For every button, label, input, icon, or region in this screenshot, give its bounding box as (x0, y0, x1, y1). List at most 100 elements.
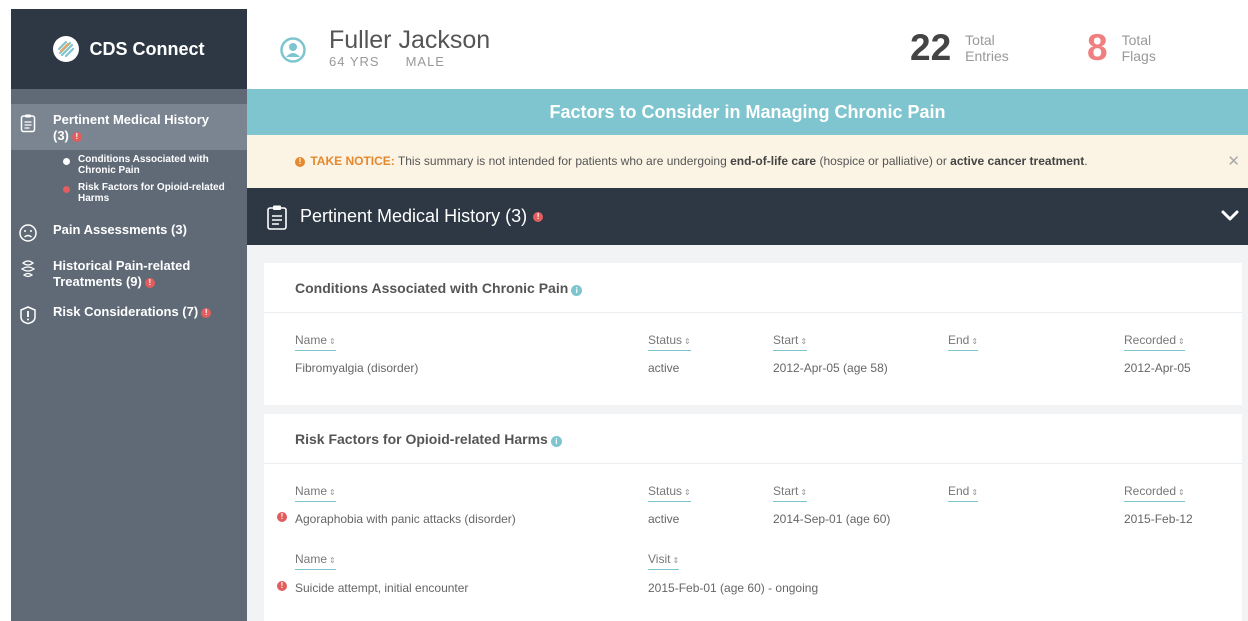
sort-icon: ⇕ (672, 556, 680, 565)
patient-demographics: 64 YRS MALE (329, 54, 471, 69)
sidebar-subitem-label: Conditions Associated with Chronic Pain (78, 154, 209, 176)
column-header-end[interactable]: End ⇕ (948, 484, 979, 502)
sort-icon: ⇕ (329, 337, 336, 346)
column-header-visit[interactable]: Visit ⇕ (648, 552, 680, 570)
cell-name: Fibromyalgia (disorder) (295, 361, 419, 375)
notice-text: . (1084, 154, 1088, 168)
total-flags-value: 8 (1087, 27, 1108, 68)
treatment-icon (17, 258, 39, 280)
column-header-status[interactable]: Status ⇕ (648, 484, 691, 502)
column-header-recorded[interactable]: Recorded ⇕ (1124, 333, 1185, 351)
sort-icon: ⇕ (684, 488, 691, 497)
close-icon[interactable]: ✕ (1227, 135, 1240, 188)
total-entries-stat: 22 Total Entries (910, 27, 1009, 69)
sidebar-nav: Pertinent Medical History (3)! Condition… (11, 89, 247, 332)
column-header-end[interactable]: End ⇕ (948, 333, 979, 351)
section-header-pertinent-medical-history[interactable]: Pertinent Medical History (3) ! (247, 188, 1248, 245)
sort-icon: ⇕ (329, 556, 336, 565)
sidebar-item-label: Historical Pain-related Treatments (9) (53, 258, 191, 289)
sort-icon: ⇕ (800, 488, 808, 497)
table-row: ! Suicide attempt, initial encounter 201… (264, 581, 1242, 601)
table-header: Name ⇕ Visit ⇕ (264, 552, 1242, 572)
cell-start: 2012-Apr-05 (age 58) (773, 361, 888, 375)
sidebar-item-historical-treatments[interactable]: Historical Pain-related Treatments (9)! (11, 250, 247, 296)
risk-factors-card: Risk Factors for Opioid-related Harms i N… (264, 414, 1242, 621)
cell-recorded: 2015-Feb-12 (1124, 512, 1193, 526)
total-flags-label: Total Flags (1121, 32, 1156, 64)
patient-header: Fuller Jackson 64 YRS MALE 22 Total Entrie… (247, 9, 1248, 89)
brand-name: CDS Connect (89, 38, 205, 59)
column-header-name[interactable]: Name ⇕ (295, 484, 336, 502)
sort-icon: ⇕ (971, 488, 979, 497)
info-icon[interactable]: i (571, 285, 583, 296)
flag-icon: ! (144, 278, 155, 288)
sort-icon: ⇕ (1178, 337, 1185, 346)
cell-recorded: 2012-Apr-05 (1124, 361, 1191, 375)
sort-icon: ⇕ (329, 488, 336, 497)
total-entries-value: 22 (910, 27, 952, 68)
sad-face-icon (17, 222, 39, 244)
table-header: Name ⇕ Status ⇕ Start ⇕ End ⇕ Recorded ⇕ (264, 484, 1242, 504)
cell-start: 2014-Sep-01 (age 60) (773, 512, 891, 526)
card-title: Risk Factors for Opioid-related Harms i (264, 414, 1242, 464)
notice-bold: active cancer treatment (950, 154, 1085, 168)
notice-bold: end-of-life care (730, 154, 817, 168)
flag-icon: ! (71, 132, 82, 142)
sidebar-item-label: Pain Assessments (3) (53, 222, 187, 237)
sidebar-item-pertinent-medical-history[interactable]: Pertinent Medical History (3)! (11, 104, 247, 150)
sidebar-item-label: Risk Considerations (7) (53, 304, 199, 319)
alert-circle-icon (17, 304, 39, 326)
clipboard-icon (17, 112, 39, 134)
table-header: Name ⇕ Status ⇕ Start ⇕ End ⇕ Recorded ⇕ (264, 333, 1242, 353)
cell-status: active (648, 512, 680, 526)
sidebar-subitem-conditions[interactable]: Conditions Associated with Chronic Pain (63, 154, 247, 176)
sidebar-item-risk-considerations[interactable]: Risk Considerations (7)! (11, 296, 247, 332)
section-content: Conditions Associated with Chronic Pain i… (247, 245, 1248, 621)
warning-icon: ! (295, 157, 305, 167)
column-header-name[interactable]: Name ⇕ (295, 333, 336, 351)
flag-icon: ! (277, 512, 287, 522)
flag-icon: ! (533, 211, 544, 222)
sort-icon: ⇕ (971, 337, 979, 346)
table-row: ! Agoraphobia with panic attacks (disord… (264, 512, 1242, 532)
patient-gender: MALE (405, 54, 445, 69)
patient-age: 64 YRS (329, 54, 380, 69)
total-entries-label: Total Entries (965, 32, 1009, 64)
sort-icon: ⇕ (684, 337, 691, 346)
chevron-down-icon[interactable] (1220, 206, 1240, 226)
section-title: Pertinent Medical History (3) (300, 206, 528, 226)
bullet-icon (63, 158, 70, 165)
sidebar-subnav: Conditions Associated with Chronic Pain … (11, 150, 247, 214)
sidebar-item-count: (3) (53, 128, 69, 143)
column-header-name[interactable]: Name ⇕ (295, 552, 336, 570)
flag-icon: ! (277, 581, 287, 591)
sidebar: CDS Connect Pertinent Medical History (3… (11, 9, 247, 621)
table-row: Fibromyalgia (disorder) active 2012-Apr-… (264, 361, 1242, 381)
notice-text: (hospice or palliative) or (816, 154, 951, 168)
notice-prefix: ! TAKE NOTICE: (295, 154, 395, 168)
flag-bullet-icon (63, 186, 70, 193)
sidebar-subitem-label: Risk Factors for Opioid-related Harms (78, 182, 225, 204)
cell-name: Suicide attempt, initial encounter (295, 581, 469, 595)
column-header-recorded[interactable]: Recorded ⇕ (1124, 484, 1185, 502)
summary-title: Factors to Consider in Managing Chronic … (247, 89, 1248, 135)
sidebar-subitem-risk-factors[interactable]: Risk Factors for Opioid-related Harms (63, 182, 247, 204)
column-header-status[interactable]: Status ⇕ (648, 333, 691, 351)
cell-name: Agoraphobia with panic attacks (disorder… (295, 512, 516, 526)
brand-header[interactable]: CDS Connect (11, 9, 247, 89)
sort-icon: ⇕ (800, 337, 808, 346)
notice-text: This summary is not intended for patient… (394, 154, 731, 168)
cell-visit: 2015-Feb-01 (age 60) - ongoing (648, 581, 819, 595)
total-flags-stat: 8 Total Flags (1087, 27, 1156, 69)
clipboard-icon (267, 205, 287, 230)
sidebar-item-pain-assessments[interactable]: Pain Assessments (3) (11, 214, 247, 250)
info-icon[interactable]: i (550, 436, 562, 447)
patient-name: Fuller Jackson (329, 26, 491, 54)
column-header-start[interactable]: Start ⇕ (773, 484, 808, 502)
sort-icon: ⇕ (1178, 488, 1185, 497)
column-header-start[interactable]: Start ⇕ (773, 333, 808, 351)
sidebar-item-label: Pertinent Medical History (53, 112, 210, 127)
cell-status: active (648, 361, 680, 375)
patient-avatar-icon (280, 37, 306, 63)
conditions-card: Conditions Associated with Chronic Pain i… (264, 263, 1242, 405)
